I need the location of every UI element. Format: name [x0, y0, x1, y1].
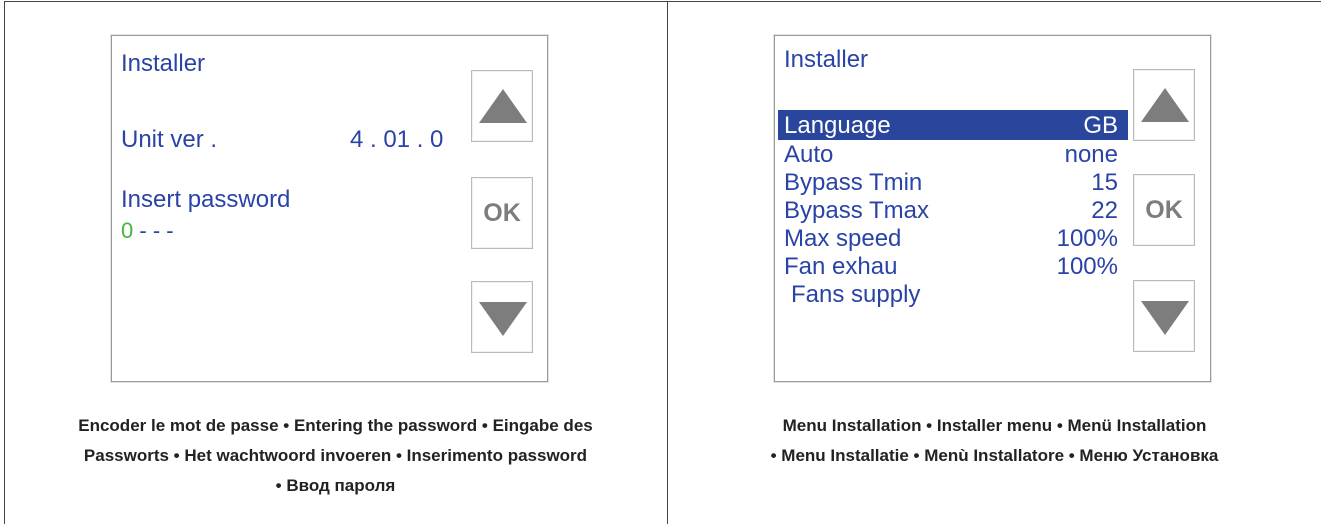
password-entry[interactable]: 0 - - -: [121, 220, 174, 242]
menu-row-label: Language: [784, 112, 891, 139]
menu-row-value: 22: [1091, 197, 1118, 224]
up-button[interactable]: [1133, 69, 1195, 141]
menu-row-label: Auto: [784, 141, 834, 168]
caption-line: • Ввод пароля: [275, 476, 396, 495]
down-button[interactable]: [1133, 280, 1195, 352]
ok-label: OK: [1145, 196, 1183, 224]
arrow-down-icon: [1141, 301, 1189, 335]
caption-line: Menu Installation • Installer menu • Men…: [782, 416, 1207, 435]
ok-button[interactable]: OK: [1133, 174, 1195, 246]
menu-row-label: Fans supply: [791, 281, 921, 308]
caption-line: Encoder le mot de passe • Entering the p…: [78, 416, 593, 435]
unit-version-value: 4 . 01 . 0: [350, 126, 444, 153]
left-caption: Encoder le mot de passe • Entering the p…: [4, 411, 667, 501]
password-screen: Installer Unit ver . 4 . 01 . 0 Insert p…: [111, 35, 548, 382]
menu-row-value: GB: [1083, 112, 1118, 139]
unit-version-label: Unit ver .: [121, 126, 218, 153]
password-active-digit: 0: [121, 218, 134, 243]
menu-row-label: Max speed: [784, 225, 902, 252]
menu-row-label: Bypass Tmax: [784, 197, 929, 224]
password-label: Insert password: [121, 186, 291, 213]
menu-row-value: 100%: [1056, 225, 1118, 252]
caption-line: Passworts • Het wachtwoord invoeren • In…: [83, 446, 588, 465]
menu-row-value: 100%: [1056, 253, 1118, 280]
arrow-up-icon: [1141, 88, 1189, 122]
menu-row-value: 15: [1091, 169, 1118, 196]
menu-row-value: none: [1064, 141, 1118, 168]
arrow-down-icon: [479, 302, 527, 336]
down-button[interactable]: [471, 281, 533, 353]
menu-row-label: Fan exhau: [784, 253, 898, 280]
ok-button[interactable]: OK: [471, 177, 533, 249]
right-caption: Menu Installation • Installer menu • Men…: [668, 411, 1321, 471]
caption-line: • Menu Installatie • Menù Installatore •…: [770, 446, 1219, 465]
screen-title: Installer: [784, 46, 869, 73]
ok-label: OK: [483, 199, 521, 227]
screen-title: Installer: [121, 50, 206, 77]
installer-menu-screen: Installer Language GB Auto none Bypass T…: [774, 35, 1211, 382]
arrow-up-icon: [479, 89, 527, 123]
menu-row-label: Bypass Tmin: [784, 169, 923, 196]
up-button[interactable]: [471, 70, 533, 142]
password-remaining-digits: - - -: [139, 218, 174, 243]
